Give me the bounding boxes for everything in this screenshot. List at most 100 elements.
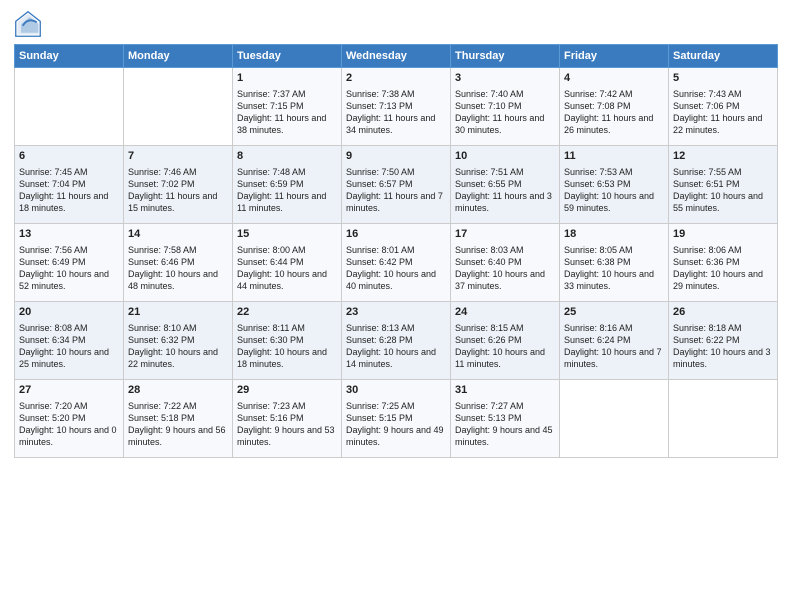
day-info: Daylight: 10 hours and 52 minutes. — [19, 268, 119, 292]
day-info: Sunset: 6:55 PM — [455, 178, 555, 190]
calendar-cell: 28Sunrise: 7:22 AMSunset: 5:18 PMDayligh… — [124, 380, 233, 458]
calendar-cell: 16Sunrise: 8:01 AMSunset: 6:42 PMDayligh… — [342, 224, 451, 302]
day-info: Sunrise: 7:48 AM — [237, 166, 337, 178]
day-info: Sunrise: 7:22 AM — [128, 400, 228, 412]
day-header-friday: Friday — [560, 45, 669, 68]
day-info: Sunrise: 7:58 AM — [128, 244, 228, 256]
calendar-cell: 5Sunrise: 7:43 AMSunset: 7:06 PMDaylight… — [669, 68, 778, 146]
logo — [14, 10, 44, 38]
day-info: Sunset: 6:28 PM — [346, 334, 446, 346]
day-number: 3 — [455, 71, 555, 86]
day-info: Sunset: 6:59 PM — [237, 178, 337, 190]
day-info: Sunset: 6:22 PM — [673, 334, 773, 346]
calendar-cell: 31Sunrise: 7:27 AMSunset: 5:13 PMDayligh… — [451, 380, 560, 458]
day-info: Daylight: 9 hours and 49 minutes. — [346, 424, 446, 448]
day-info: Sunset: 6:36 PM — [673, 256, 773, 268]
day-info: Sunrise: 7:53 AM — [564, 166, 664, 178]
day-number: 25 — [564, 305, 664, 320]
day-info: Sunset: 7:08 PM — [564, 100, 664, 112]
day-number: 17 — [455, 227, 555, 242]
day-info: Daylight: 11 hours and 26 minutes. — [564, 112, 664, 136]
day-info: Sunrise: 8:10 AM — [128, 322, 228, 334]
day-header-tuesday: Tuesday — [233, 45, 342, 68]
day-number: 24 — [455, 305, 555, 320]
calendar-cell: 17Sunrise: 8:03 AMSunset: 6:40 PMDayligh… — [451, 224, 560, 302]
day-info: Sunset: 6:42 PM — [346, 256, 446, 268]
day-info: Sunset: 5:15 PM — [346, 412, 446, 424]
day-info: Sunset: 6:57 PM — [346, 178, 446, 190]
calendar-cell: 30Sunrise: 7:25 AMSunset: 5:15 PMDayligh… — [342, 380, 451, 458]
day-info: Daylight: 11 hours and 22 minutes. — [673, 112, 773, 136]
calendar-cell: 18 Sunrise: 8:05 AMSunset: 6:38 PMDayligh… — [560, 224, 669, 302]
day-info: Daylight: 11 hours and 3 minutes. — [455, 190, 555, 214]
day-info: Daylight: 11 hours and 30 minutes. — [455, 112, 555, 136]
day-info: Daylight: 11 hours and 34 minutes. — [346, 112, 446, 136]
day-info: Sunrise: 7:23 AM — [237, 400, 337, 412]
day-info: Sunrise: 7:27 AM — [455, 400, 555, 412]
day-info: Daylight: 10 hours and 59 minutes. — [564, 190, 664, 214]
day-info: Daylight: 11 hours and 11 minutes. — [237, 190, 337, 214]
day-info: Sunrise: 8:01 AM — [346, 244, 446, 256]
day-info: Sunrise: 7:45 AM — [19, 166, 119, 178]
day-info: Sunset: 6:38 PM — [564, 256, 664, 268]
header — [14, 10, 778, 38]
calendar-cell: 3 Sunrise: 7:40 AMSunset: 7:10 PMDaylight… — [451, 68, 560, 146]
day-number: 4 — [564, 71, 664, 86]
day-info: Sunrise: 7:42 AM — [564, 88, 664, 100]
day-info: Sunset: 7:10 PM — [455, 100, 555, 112]
day-info: Sunrise: 8:11 AM — [237, 322, 337, 334]
day-header-sunday: Sunday — [15, 45, 124, 68]
day-info: Sunrise: 8:00 AM — [237, 244, 337, 256]
day-info: Sunset: 6:53 PM — [564, 178, 664, 190]
week-row-5: 27Sunrise: 7:20 AMSunset: 5:20 PMDayligh… — [15, 380, 778, 458]
day-info: Sunrise: 8:15 AM — [455, 322, 555, 334]
day-number: 15 — [237, 227, 337, 242]
day-info: Sunrise: 7:38 AM — [346, 88, 446, 100]
day-info: Sunset: 6:40 PM — [455, 256, 555, 268]
calendar-table: SundayMondayTuesdayWednesdayThursdayFrid… — [14, 44, 778, 458]
day-number: 19 — [673, 227, 773, 242]
day-header-wednesday: Wednesday — [342, 45, 451, 68]
day-info: Sunset: 6:49 PM — [19, 256, 119, 268]
day-info: Sunset: 6:26 PM — [455, 334, 555, 346]
day-number: 2 — [346, 71, 446, 86]
day-info: Sunrise: 8:13 AM — [346, 322, 446, 334]
day-info: Sunset: 7:06 PM — [673, 100, 773, 112]
day-info: Daylight: 10 hours and 25 minutes. — [19, 346, 119, 370]
calendar-cell: 9Sunrise: 7:50 AMSunset: 6:57 PMDaylight… — [342, 146, 451, 224]
calendar-cell: 6Sunrise: 7:45 AMSunset: 7:04 PMDaylight… — [15, 146, 124, 224]
week-row-3: 13Sunrise: 7:56 AMSunset: 6:49 PMDayligh… — [15, 224, 778, 302]
calendar-cell: 27Sunrise: 7:20 AMSunset: 5:20 PMDayligh… — [15, 380, 124, 458]
day-number: 27 — [19, 383, 119, 398]
day-info: Daylight: 10 hours and 7 minutes. — [564, 346, 664, 370]
day-number: 13 — [19, 227, 119, 242]
day-number: 30 — [346, 383, 446, 398]
day-info: Daylight: 10 hours and 44 minutes. — [237, 268, 337, 292]
day-number: 29 — [237, 383, 337, 398]
calendar-cell — [15, 68, 124, 146]
day-info: Sunrise: 8:05 AM — [564, 244, 664, 256]
day-info: Daylight: 10 hours and 33 minutes. — [564, 268, 664, 292]
day-info: Sunset: 7:02 PM — [128, 178, 228, 190]
calendar-cell: 1Sunrise: 7:37 AMSunset: 7:15 PMDaylight… — [233, 68, 342, 146]
logo-icon — [14, 10, 42, 38]
day-info: Sunrise: 7:56 AM — [19, 244, 119, 256]
day-info: Daylight: 11 hours and 7 minutes. — [346, 190, 446, 214]
day-number: 9 — [346, 149, 446, 164]
day-number: 10 — [455, 149, 555, 164]
calendar-cell: 11 Sunrise: 7:53 AMSunset: 6:53 PMDayligh… — [560, 146, 669, 224]
day-info: Daylight: 11 hours and 38 minutes. — [237, 112, 337, 136]
day-info: Sunset: 5:16 PM — [237, 412, 337, 424]
calendar-cell: 24 Sunrise: 8:15 AMSunset: 6:26 PMDayligh… — [451, 302, 560, 380]
day-number: 12 — [673, 149, 773, 164]
day-info: Sunrise: 7:40 AM — [455, 88, 555, 100]
day-info: Sunset: 6:46 PM — [128, 256, 228, 268]
day-number: 31 — [455, 383, 555, 398]
calendar-cell: 10Sunrise: 7:51 AMSunset: 6:55 PMDayligh… — [451, 146, 560, 224]
day-number: 18 — [564, 227, 664, 242]
day-info: Daylight: 10 hours and 11 minutes. — [455, 346, 555, 370]
calendar-cell: 26Sunrise: 8:18 AMSunset: 6:22 PMDayligh… — [669, 302, 778, 380]
calendar-cell: 20Sunrise: 8:08 AMSunset: 6:34 PMDayligh… — [15, 302, 124, 380]
day-number: 11 — [564, 149, 664, 164]
week-row-1: 1Sunrise: 7:37 AMSunset: 7:15 PMDaylight… — [15, 68, 778, 146]
